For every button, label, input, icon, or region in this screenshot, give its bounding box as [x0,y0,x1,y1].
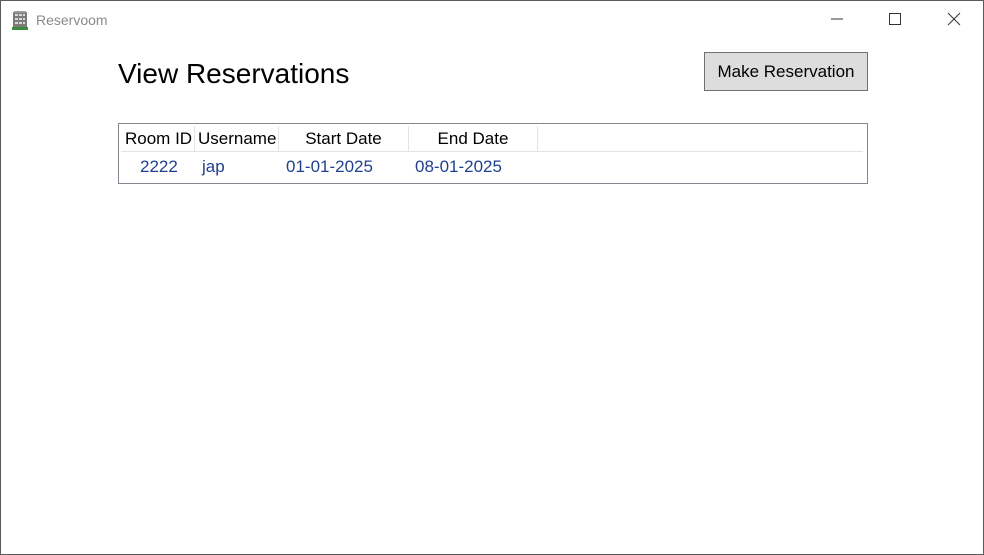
minimize-button[interactable] [808,1,866,37]
reservations-list[interactable]: Room ID Username Start Date End Date 222… [118,123,868,184]
cell-room-id: 2222 [140,157,178,176]
maximize-button[interactable] [866,1,924,37]
building-icon [11,10,29,30]
close-button[interactable] [925,1,983,37]
list-row[interactable]: 2222 jap 01-01-2025 08-01-2025 [121,154,863,179]
column-header-end-date[interactable]: End Date [409,126,538,151]
list-header: Room ID Username Start Date End Date [121,126,863,152]
column-header-filler [538,126,863,151]
column-header-start-date[interactable]: Start Date [279,126,409,151]
column-header-username[interactable]: Username [195,126,279,151]
cell-start-date: 01-01-2025 [286,157,373,176]
cell-username: jap [202,157,225,176]
maximize-icon [889,13,901,25]
close-icon [947,12,961,26]
make-reservation-button[interactable]: Make Reservation [704,52,868,91]
title-bar[interactable]: Reservoom [1,1,983,37]
column-header-room-id[interactable]: Room ID [121,126,195,151]
page-title: View Reservations [118,58,350,89]
minimize-icon [831,18,843,20]
app-window: Reservoom View Reservations Make Reserva… [0,0,984,555]
window-title: Reservoom [36,12,108,28]
cell-end-date: 08-01-2025 [415,157,502,176]
